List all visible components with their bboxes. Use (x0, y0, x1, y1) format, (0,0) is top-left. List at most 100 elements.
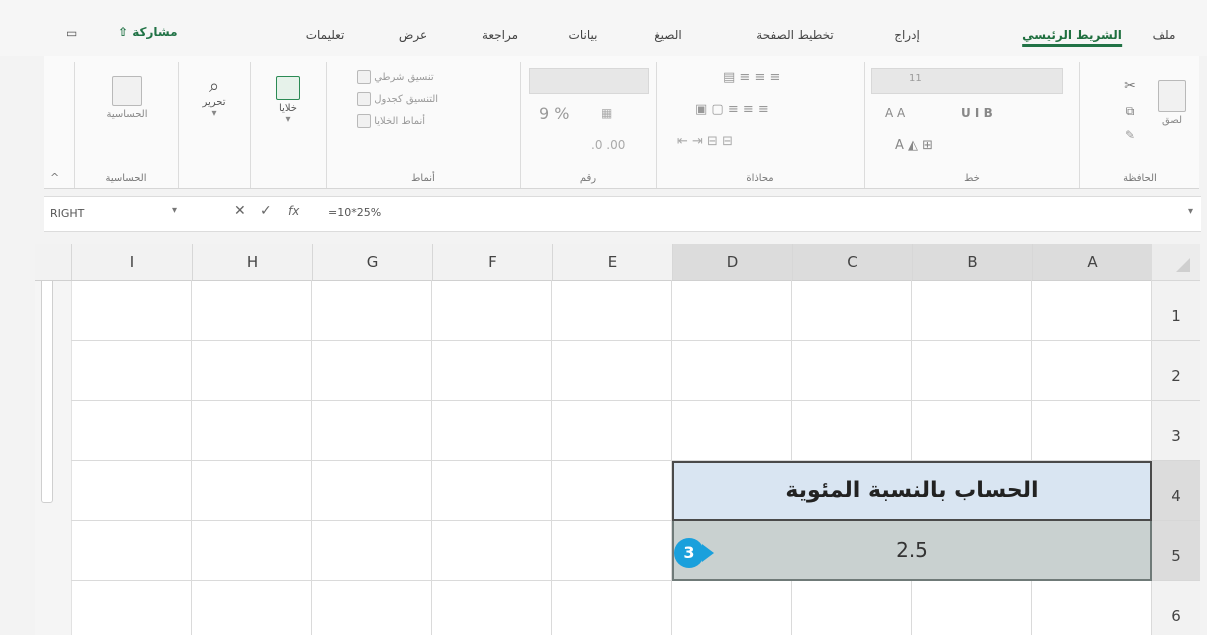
conditional-formatting-icon (357, 70, 371, 84)
row-header-5[interactable]: 5 (1152, 520, 1200, 581)
cells-icon (276, 76, 300, 100)
ribbon-home: لصق ✂ ⧉ ✎ الحافظة 11 A A U I B A ◭ ⊞ خط … (44, 56, 1199, 189)
name-box-dropdown-icon[interactable]: ▾ (172, 205, 177, 216)
insert-function-icon[interactable]: fx (288, 204, 299, 218)
vertical-align-icons[interactable]: ▤ ≡ ≡ ≡ (723, 70, 780, 85)
column-header-f[interactable]: F (432, 244, 552, 280)
share-button[interactable]: ⇧ مشاركة (112, 25, 184, 45)
group-label-alignment: محاذاة (746, 173, 774, 184)
row-header-3[interactable]: 3 (1152, 400, 1200, 461)
tab-review[interactable]: مراجعة (482, 28, 518, 42)
share-label: مشاركة (132, 25, 178, 39)
merged-result-cell[interactable]: 2.5 (672, 521, 1152, 581)
group-styles: تنسيق شرطي التنسيق كجدول أنماط الخلايا أ… (326, 62, 519, 188)
tab-data[interactable]: بيانات (569, 28, 598, 42)
column-header-c[interactable]: C (792, 244, 912, 280)
merged-title-cell[interactable]: الحساب بالنسبة المئوية (672, 461, 1152, 521)
cells-label: خلايا (279, 103, 297, 114)
left-gutter: − (35, 244, 72, 635)
tab-insert[interactable]: إدراج (894, 28, 920, 42)
gridline (311, 280, 312, 635)
font-name-box[interactable] (871, 68, 1063, 94)
ribbon-tab-bar: ملف الشريط الرئيسي إدراج تخطيط الصفحة ال… (0, 0, 1207, 56)
font-style-buttons[interactable]: U I B (961, 106, 993, 120)
gridline (1031, 280, 1032, 635)
select-all-corner[interactable] (1152, 244, 1200, 280)
font-color-icon[interactable]: A ◭ ⊞ (895, 138, 933, 153)
group-label-clipboard: الحافظة (1123, 173, 1157, 184)
excel-window: ملف الشريط الرئيسي إدراج تخطيط الصفحة ال… (0, 0, 1207, 635)
cancel-icon[interactable]: ✕ (234, 203, 246, 219)
format-as-table-icon (357, 92, 371, 106)
percent-style-button[interactable]: 9 % (539, 104, 569, 123)
formula-input[interactable]: =10*25% (328, 206, 381, 219)
step-pointer-arrow (702, 544, 714, 562)
formula-bar: RIGHT ▾ ✕ ✓ fx =10*25% ▾ (44, 196, 1201, 232)
name-box[interactable]: RIGHT (50, 205, 160, 223)
group-label-sensitivity: الحساسية (105, 173, 147, 184)
share-icon: ⇧ (118, 25, 133, 39)
group-font: 11 A A U I B A ◭ ⊞ خط (864, 62, 1079, 188)
enter-icon[interactable]: ✓ (260, 203, 272, 219)
tab-help[interactable]: تعليمات (306, 28, 345, 42)
indent-icons[interactable]: ⇤ ⇥ ⊟ ⊟ (677, 134, 733, 149)
collapse-ribbon-icon[interactable]: ^ (50, 171, 59, 184)
vertical-scrollbar[interactable] (41, 266, 53, 503)
paste-label: لصق (1161, 115, 1183, 126)
group-label-font: خط (964, 173, 980, 184)
font-grow-shrink[interactable]: A A (885, 106, 905, 120)
tab-formulas[interactable]: الصيغ (654, 28, 681, 42)
accounting-icon[interactable]: ▦ (601, 106, 612, 120)
percent-icon: % (554, 104, 570, 123)
row-header-6[interactable]: 6 (1152, 580, 1200, 635)
column-header-e[interactable]: E (552, 244, 672, 280)
column-header-b[interactable]: B (912, 244, 1032, 280)
group-sensitivity: الحساسية الحساسية (74, 62, 177, 188)
tab-home[interactable]: الشريط الرئيسي (1022, 28, 1122, 47)
cell-styles-button[interactable]: أنماط الخلايا (357, 114, 425, 128)
gridline (71, 340, 1152, 341)
expand-formula-bar-icon[interactable]: ▾ (1188, 206, 1193, 217)
decimal-icons[interactable]: .0 .00 (591, 138, 625, 152)
column-headers: I H G F E D C B A (35, 244, 1200, 281)
tab-view[interactable]: عرض (399, 28, 427, 42)
tab-file[interactable]: ملف (1153, 28, 1176, 42)
column-header-h[interactable]: H (192, 244, 312, 280)
tab-page-layout[interactable]: تخطيط الصفحة (756, 28, 833, 42)
column-header-g[interactable]: G (312, 244, 432, 280)
sensitivity-button[interactable]: الحساسية (97, 76, 157, 120)
cut-icon[interactable]: ✂ (1118, 78, 1142, 94)
conditional-formatting-label: تنسيق شرطي (374, 72, 434, 83)
select-all-triangle-icon (1176, 258, 1190, 272)
comma-icon: 9 (539, 104, 555, 123)
editing-label: تحرير (202, 97, 226, 108)
group-label-styles: أنماط (411, 173, 435, 184)
cells-button[interactable]: خلايا ▾ (265, 76, 311, 125)
comment-icon[interactable]: ▭ (66, 26, 77, 40)
number-format-box[interactable] (529, 68, 649, 94)
worksheet-grid[interactable]: − I H G F E D C B A 1 2 (35, 244, 1200, 635)
group-editing: ⌕ تحرير ▾ (178, 62, 249, 188)
font-size-value: 11 (909, 73, 922, 84)
sensitivity-icon (112, 76, 142, 106)
conditional-formatting-button[interactable]: تنسيق شرطي (357, 70, 434, 84)
wrap-merge-icons[interactable]: ▣ ▢ ≡ ≡ ≡ (695, 102, 769, 117)
group-label-number: رقم (579, 173, 597, 184)
column-header-i[interactable]: I (71, 244, 192, 280)
row-header-1[interactable]: 1 (1152, 280, 1200, 341)
search-icon: ⌕ (208, 76, 220, 97)
editing-button[interactable]: ⌕ تحرير ▾ (191, 76, 237, 119)
row-header-4[interactable]: 4 (1152, 460, 1200, 521)
copy-icon[interactable]: ⧉ (1116, 104, 1144, 119)
column-header-a[interactable]: A (1032, 244, 1152, 280)
format-as-table-button[interactable]: التنسيق كجدول (357, 92, 438, 106)
paste-button[interactable]: لصق (1152, 80, 1192, 126)
cell-styles-label: أنماط الخلايا (374, 116, 426, 127)
row-header-2[interactable]: 2 (1152, 340, 1200, 401)
gridline (791, 280, 792, 635)
cell-styles-icon (357, 114, 371, 128)
format-as-table-label: التنسيق كجدول (374, 94, 439, 105)
column-header-d[interactable]: D (672, 244, 792, 280)
group-alignment: ▤ ≡ ≡ ≡ ▣ ▢ ≡ ≡ ≡ ⇤ ⇥ ⊟ ⊟ محاذاة (656, 62, 863, 188)
format-painter-icon[interactable]: ✎ (1118, 128, 1142, 142)
